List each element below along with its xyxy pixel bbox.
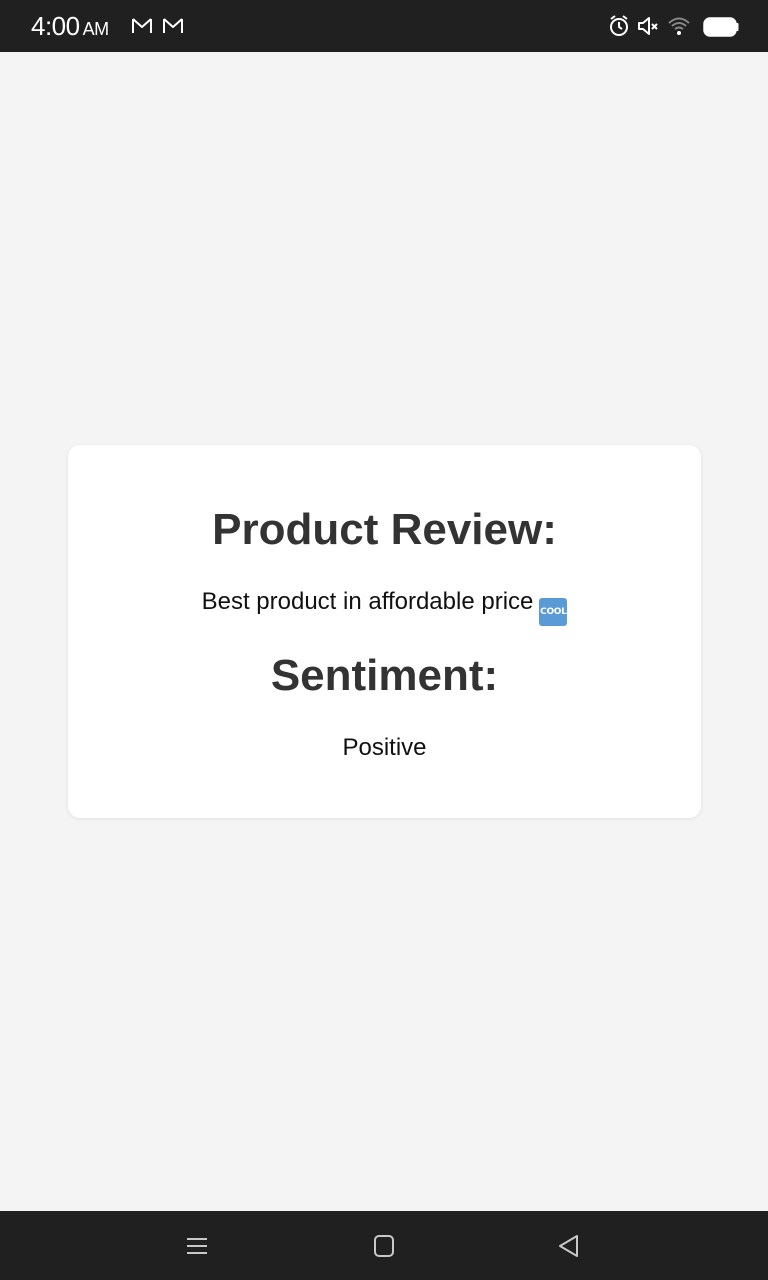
main-content: Product Review: Best product in affordab… — [0, 52, 768, 1211]
status-bar: 4:00 AM — [0, 0, 768, 52]
battery-icon — [703, 16, 739, 43]
gmail-icon — [162, 17, 184, 35]
alarm-icon — [608, 14, 630, 43]
review-text-value: Best product in affordable price — [201, 588, 534, 615]
home-icon[interactable] — [367, 1229, 401, 1263]
cool-emoji-icon: COOL — [539, 598, 568, 626]
status-clock: 4:00 AM — [31, 11, 109, 44]
gmail-icon — [131, 17, 153, 35]
review-text: Best product in affordable price COOL — [68, 587, 701, 626]
sentiment-value: Positive — [342, 734, 427, 761]
status-ampm: AM — [82, 19, 110, 39]
review-card: Product Review: Best product in affordab… — [68, 445, 701, 818]
wifi-icon — [667, 14, 691, 43]
sentiment-heading: Sentiment: — [270, 651, 499, 700]
review-heading: Product Review: — [212, 505, 557, 554]
status-time-value: 4:00 — [31, 11, 80, 41]
recent-apps-icon[interactable] — [180, 1229, 214, 1263]
mute-icon — [637, 14, 661, 43]
navigation-bar — [0, 1211, 768, 1280]
back-icon[interactable] — [552, 1229, 586, 1263]
